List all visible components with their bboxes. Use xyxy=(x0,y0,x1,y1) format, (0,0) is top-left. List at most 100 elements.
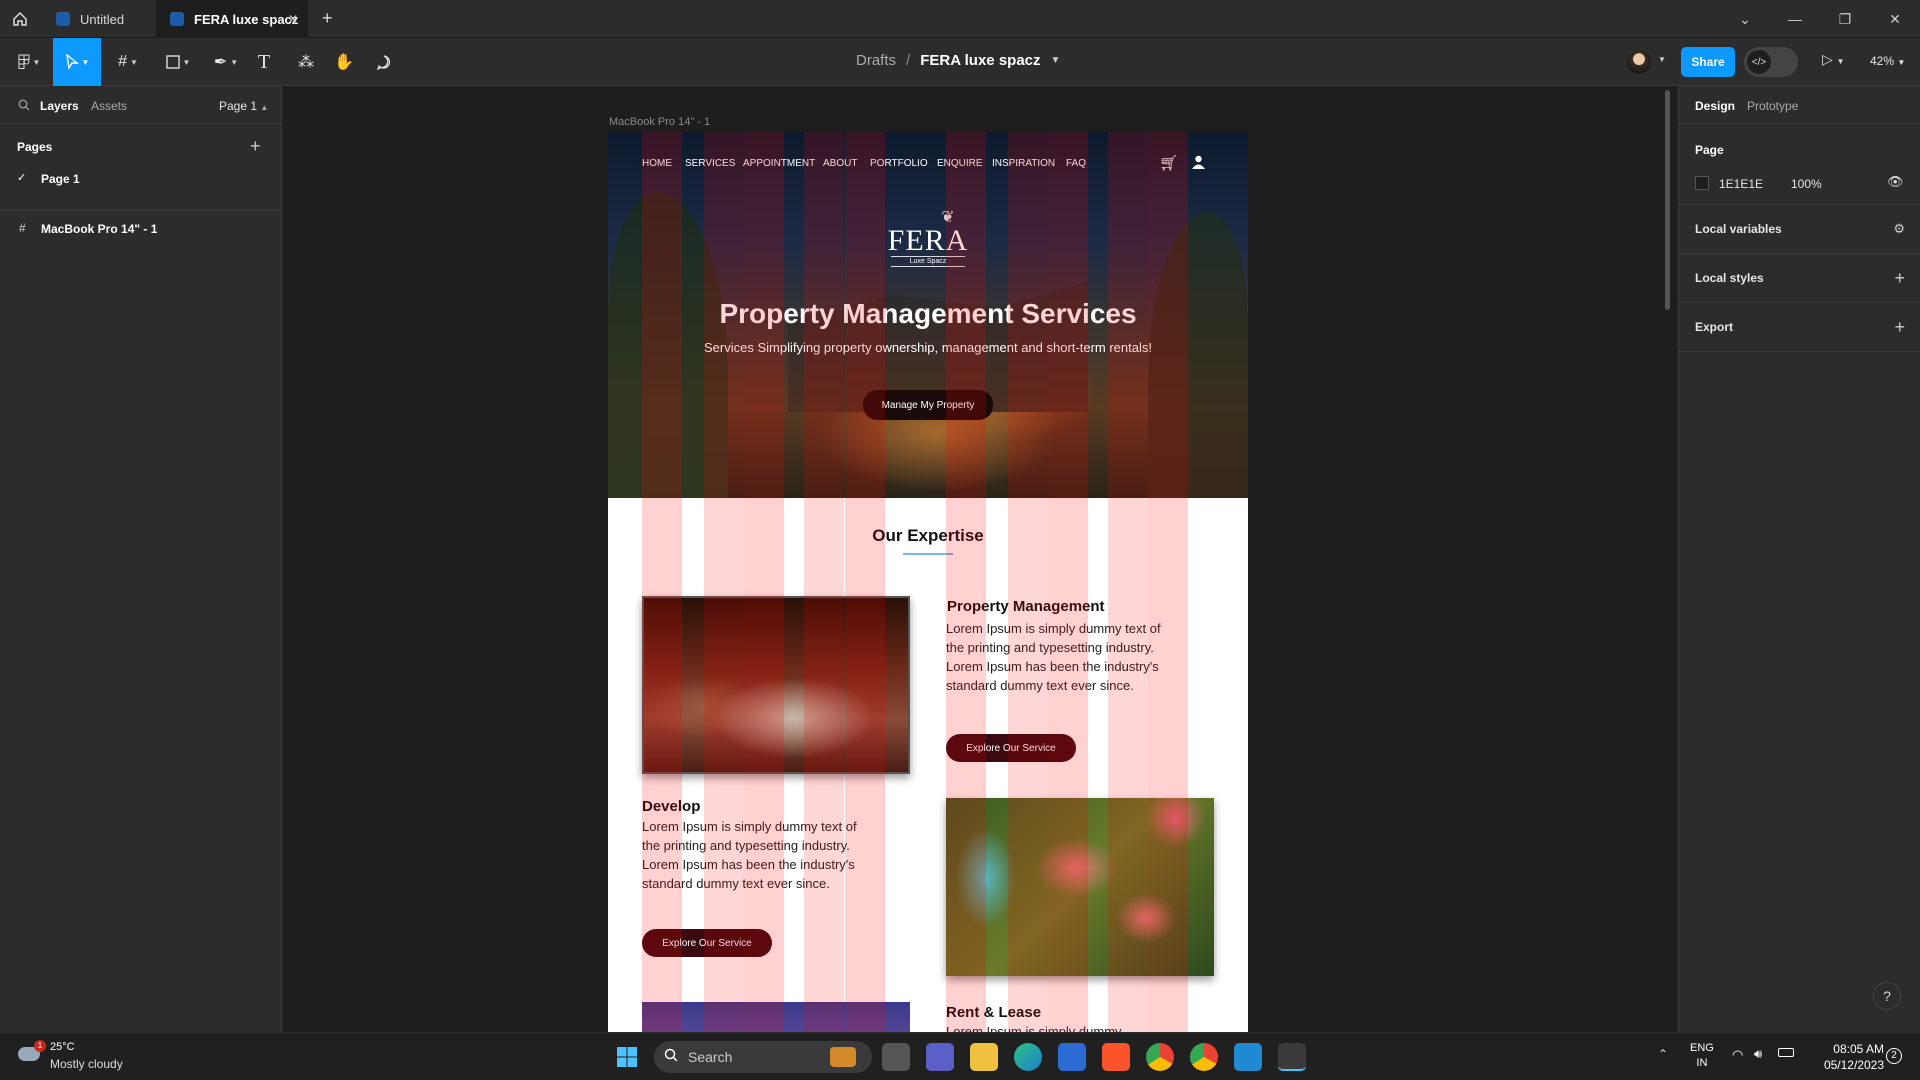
page-item[interactable]: ✓ Page 1 xyxy=(0,168,282,190)
pages-heading: Pages xyxy=(17,140,53,154)
volume-icon[interactable]: 🔊︎ xyxy=(1754,1046,1762,1062)
frame-icon: # xyxy=(118,53,127,70)
chrome-icon[interactable] xyxy=(1146,1043,1174,1071)
text-tool-button[interactable]: T xyxy=(244,38,284,86)
frame-tool-button[interactable]: # ▼ xyxy=(108,38,148,86)
macbook-frame[interactable]: HOME SERVICES APPOINTMENT ABOUT PORTFOLI… xyxy=(608,132,1248,1032)
move-tool-button[interactable]: ▼ xyxy=(53,38,101,86)
clock[interactable]: 08:05 AM 05/12/2023 xyxy=(1810,1041,1884,1073)
task-view-icon[interactable] xyxy=(882,1043,910,1071)
windows-start-icon[interactable] xyxy=(613,1043,641,1071)
search-icon[interactable] xyxy=(18,98,30,116)
tab-layers[interactable]: Layers xyxy=(40,99,79,113)
home-icon[interactable] xyxy=(0,0,40,38)
canvas[interactable]: MacBook Pro 14" - 1 HOME SERVICES APPOIN… xyxy=(283,86,1677,1032)
code-icon: </> xyxy=(1747,50,1771,74)
tab-fera-luxe-spacz[interactable]: FERA luxe spacz ✕ xyxy=(156,0,308,38)
page-heading: Page xyxy=(1695,143,1724,157)
layer-item[interactable]: # MacBook Pro 14" - 1 xyxy=(0,218,282,240)
page-opacity-value[interactable]: 100% xyxy=(1791,177,1822,191)
search-label: Search xyxy=(688,1049,733,1065)
figma-file-icon xyxy=(56,12,70,26)
vertical-scrollbar[interactable] xyxy=(1665,90,1670,310)
weather-temp: 25°C xyxy=(50,1041,75,1053)
export-row[interactable]: Export + xyxy=(1679,303,1920,352)
taskbar-search[interactable]: Search xyxy=(654,1041,872,1073)
local-variables-row[interactable]: Local variables ⚙︎ xyxy=(1679,205,1920,254)
chevron-down-icon[interactable]: ▼ xyxy=(1658,55,1666,64)
edge-icon[interactable] xyxy=(1014,1043,1042,1071)
figma-file-icon xyxy=(170,12,184,26)
frame-label[interactable]: MacBook Pro 14" - 1 xyxy=(609,116,710,128)
cursor-icon xyxy=(65,54,79,70)
region-code: IN xyxy=(1696,1057,1708,1069)
vscode-icon[interactable] xyxy=(1234,1043,1262,1071)
minimize-icon[interactable]: — xyxy=(1770,0,1820,38)
time: 08:05 AM xyxy=(1833,1042,1884,1056)
chrome-profile-icon[interactable] xyxy=(1190,1043,1218,1071)
layer-item-label: MacBook Pro 14" - 1 xyxy=(41,222,158,236)
local-styles-row[interactable]: Local styles + xyxy=(1679,254,1920,303)
add-page-icon[interactable]: + xyxy=(250,136,261,157)
tab-label: FERA luxe spacz xyxy=(194,11,299,27)
chevron-up-icon[interactable]: ⌃ xyxy=(1658,1047,1668,1061)
page-selector-label: Page 1 xyxy=(219,99,258,113)
chevron-down-icon[interactable]: ▼ xyxy=(1051,55,1061,66)
close-window-icon[interactable]: ✕ xyxy=(1870,0,1920,38)
battery-icon[interactable] xyxy=(1778,1048,1794,1057)
breadcrumb-drafts[interactable]: Drafts xyxy=(856,52,896,69)
title-bar: Untitled FERA luxe spacz ✕ + ⌄ — ❐ ✕ xyxy=(0,0,1920,38)
main-menu-button[interactable]: ▼ xyxy=(8,38,50,86)
teams-icon[interactable] xyxy=(926,1043,954,1071)
left-panel: Layers Assets Page 1 ▲ Pages + ✓ Page 1 … xyxy=(0,86,282,1032)
file-explorer-icon[interactable] xyxy=(970,1043,998,1071)
rectangle-icon xyxy=(165,55,180,69)
brave-icon[interactable] xyxy=(1102,1043,1130,1071)
weather-widget[interactable]: 1 25°C Mostly cloudy xyxy=(14,1039,174,1075)
search-icon xyxy=(664,1048,678,1067)
breadcrumb: Drafts / FERA luxe spacz ▼ xyxy=(856,52,1060,69)
help-icon: ? xyxy=(1883,988,1891,1004)
resources-tool-button[interactable]: ⁂ xyxy=(286,38,326,86)
shape-tool-button[interactable]: ▼ xyxy=(158,38,198,86)
page-selector[interactable]: Page 1 ▲ xyxy=(219,99,268,113)
help-button[interactable]: ? xyxy=(1873,982,1901,1010)
comment-icon xyxy=(376,55,391,70)
add-export-icon[interactable]: + xyxy=(1894,317,1905,338)
page-color-value[interactable]: 1E1E1E xyxy=(1719,177,1763,191)
sliders-icon[interactable]: ⚙︎ xyxy=(1893,221,1905,237)
tab-label: Untitled xyxy=(80,11,125,27)
avatar[interactable] xyxy=(1627,50,1651,74)
figma-taskbar-icon[interactable] xyxy=(1278,1043,1306,1071)
wifi-icon[interactable]: ◠ xyxy=(1732,1047,1743,1063)
weather-badge: 1 xyxy=(34,1040,46,1052)
pen-tool-button[interactable]: ✒ ▼ xyxy=(206,38,246,86)
add-style-icon[interactable]: + xyxy=(1894,268,1905,289)
figma-logo-icon xyxy=(18,54,30,69)
present-button[interactable]: ▷ ▼ xyxy=(1822,51,1845,68)
dev-mode-toggle[interactable]: </> xyxy=(1744,47,1798,77)
restore-icon[interactable]: ❐ xyxy=(1820,0,1870,38)
language-indicator[interactable]: ENG IN xyxy=(1690,1041,1714,1071)
file-name[interactable]: FERA luxe spacz xyxy=(920,52,1040,69)
hand-icon: ✋ xyxy=(334,54,354,71)
notification-badge[interactable]: 2 xyxy=(1886,1048,1902,1064)
hand-tool-button[interactable]: ✋ xyxy=(324,38,364,86)
page-item-label: Page 1 xyxy=(41,172,80,186)
new-tab-button[interactable]: + xyxy=(322,8,333,29)
microsoft-store-icon[interactable] xyxy=(1058,1043,1086,1071)
share-button[interactable]: Share xyxy=(1681,47,1735,77)
close-tab-icon[interactable]: ✕ xyxy=(288,12,298,26)
tab-list-chevron-icon[interactable]: ⌄ xyxy=(1720,0,1770,38)
tab-prototype[interactable]: Prototype xyxy=(1747,99,1798,113)
tab-assets[interactable]: Assets xyxy=(91,99,127,113)
tab-untitled[interactable]: Untitled xyxy=(42,0,154,38)
taskbar: 1 25°C Mostly cloudy Search ⌃ ENG IN ◠ 🔊… xyxy=(0,1032,1920,1080)
comment-tool-button[interactable] xyxy=(364,38,404,86)
eye-icon[interactable]: 👁︎ xyxy=(1887,174,1904,190)
tab-design[interactable]: Design xyxy=(1695,99,1735,113)
zoom-menu[interactable]: 42% ▼ xyxy=(1870,54,1905,68)
components-icon: ⁂ xyxy=(298,54,314,71)
page-color-swatch[interactable] xyxy=(1695,176,1709,190)
frame-icon: # xyxy=(19,221,26,235)
